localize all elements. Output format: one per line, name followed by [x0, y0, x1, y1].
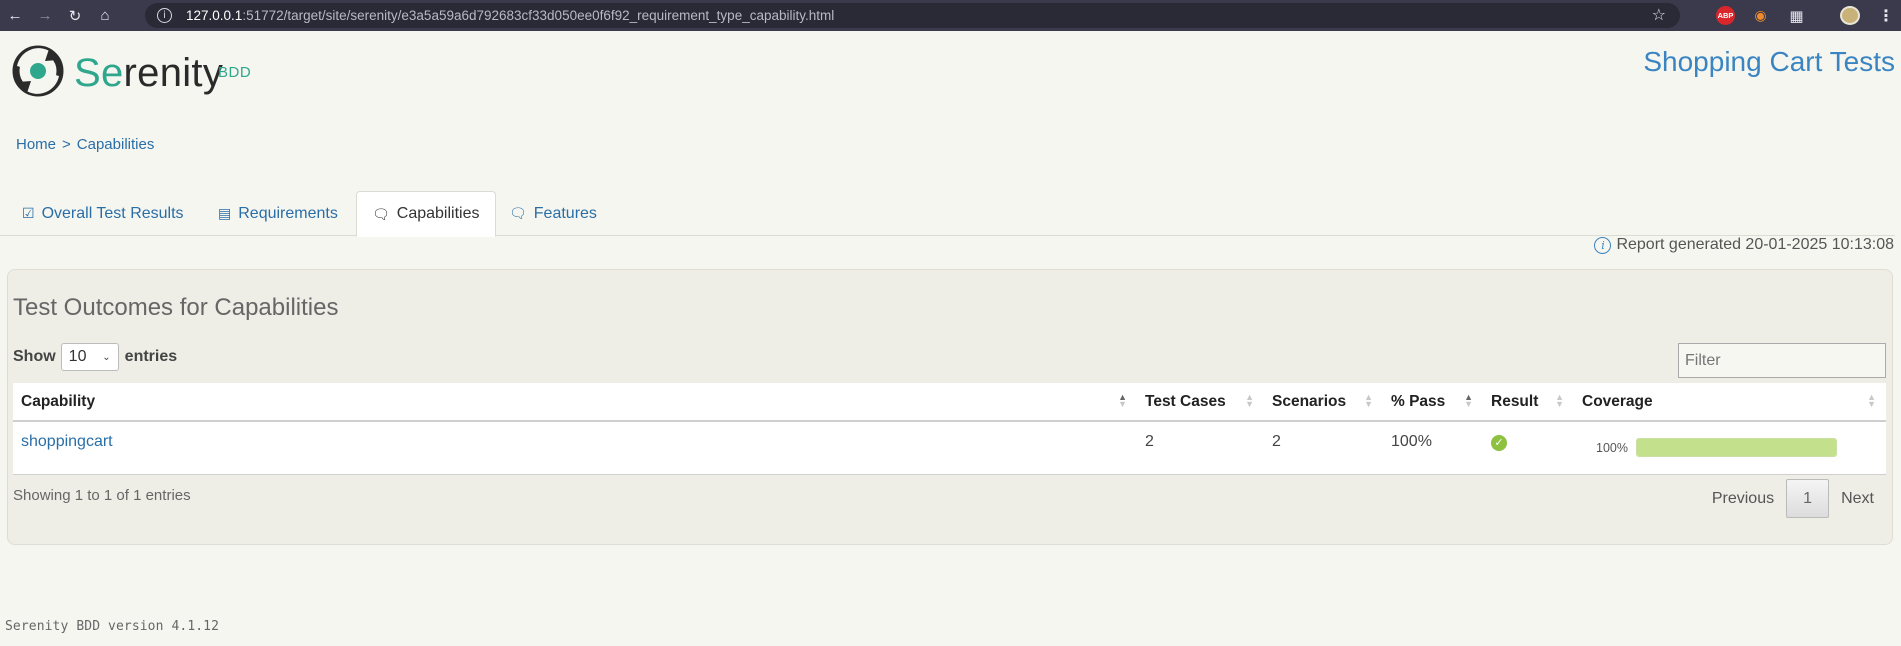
sort-icon: ▲ ▼	[1867, 392, 1876, 409]
browser-toolbar: ← → ↻ ⌂ i 127.0.0.1:51772/target/site/se…	[0, 0, 1901, 31]
list-icon: ▤	[218, 205, 232, 221]
column-header-coverage[interactable]: Coverage ▲ ▼	[1574, 383, 1886, 422]
brand-name: Serenity	[74, 51, 224, 95]
forward-icon[interactable]: →	[30, 0, 60, 31]
bookmark-star-icon[interactable]: ☆	[1652, 5, 1666, 25]
sort-icon: ▲ ▼	[1118, 392, 1127, 409]
back-icon[interactable]: ←	[0, 0, 30, 31]
test-cases-cell: 2	[1137, 421, 1264, 475]
entries-length-control: Show 10 ⌄ entries	[13, 343, 177, 371]
coverage-bar	[1636, 438, 1837, 457]
scenarios-cell: 2	[1264, 421, 1383, 475]
capability-link[interactable]: shoppingcart	[21, 433, 113, 450]
site-info-icon[interactable]: i	[157, 8, 172, 23]
capability-cell: shoppingcart	[13, 421, 1137, 475]
breadcrumb-current[interactable]: Capabilities	[77, 136, 155, 153]
capabilities-table: Capability ▲ ▼ Test Cases ▲ ▼ Scenarios ▲ ▼ % …	[13, 383, 1886, 475]
table-row: shoppingcart 2 2 100% ✓ 100%	[13, 421, 1886, 475]
report-generated: i Report generated 20-01-2025 10:13:08	[1594, 236, 1894, 254]
column-header-result[interactable]: Result ▲ ▼	[1483, 383, 1574, 422]
home-icon[interactable]: ⌂	[90, 0, 120, 31]
table-info: Showing 1 to 1 of 1 entries	[13, 487, 191, 504]
success-check-icon: ✓	[1491, 435, 1507, 451]
adblock-extension-icon[interactable]: ABP	[1716, 6, 1735, 25]
coverage-cell: 100%	[1574, 421, 1886, 475]
report-tabs: ☑ Overall Test Results ▤ Requirements 🗨 Cap…	[0, 191, 1895, 237]
sort-icon: ▲ ▼	[1245, 392, 1254, 409]
comment-icon: 🗨	[372, 205, 390, 222]
result-cell: ✓	[1483, 421, 1574, 475]
checklist-icon: ☑	[22, 205, 35, 221]
entries-select[interactable]: 10 ⌄	[60, 343, 119, 371]
coverage-bar-fill	[1637, 439, 1836, 456]
test-outcomes-panel: Test Outcomes for Capabilities Show 10 ⌄ …	[7, 269, 1893, 545]
table-header-row: Capability ▲ ▼ Test Cases ▲ ▼ Scenarios ▲ ▼ % …	[13, 383, 1886, 422]
brand-bdd: BDD	[218, 64, 252, 81]
column-header-pass[interactable]: % Pass ▲ ▼	[1383, 383, 1483, 422]
sort-icon: ▲ ▼	[1464, 392, 1473, 409]
column-header-scenarios[interactable]: Scenarios ▲ ▼	[1264, 383, 1383, 422]
breadcrumb-home-link[interactable]: Home	[16, 136, 56, 153]
browser-menu-icon[interactable]: ⋮	[1878, 6, 1894, 25]
info-icon: i	[1594, 236, 1612, 254]
tab-requirements[interactable]: ▤ Requirements	[218, 191, 338, 236]
tab-overall-test-results[interactable]: ☑ Overall Test Results	[22, 191, 184, 236]
url-host: 127.0.0.1	[186, 8, 243, 23]
reload-icon[interactable]: ↻	[60, 0, 90, 31]
comments-icon: 🗨	[509, 205, 527, 221]
fox-extension-icon[interactable]: ◉	[1751, 6, 1770, 25]
page-1-button[interactable]: 1	[1786, 479, 1830, 518]
pagination: Previous 1 Next	[1700, 479, 1886, 518]
column-header-test-cases[interactable]: Test Cases ▲ ▼	[1137, 383, 1264, 422]
chevron-down-icon: ⌄	[102, 351, 111, 363]
panel-title: Test Outcomes for Capabilities	[13, 294, 339, 321]
serenity-logo-icon	[12, 45, 64, 97]
sort-icon: ▲ ▼	[1555, 392, 1564, 409]
next-page-button[interactable]: Next	[1829, 479, 1886, 518]
filter-input[interactable]	[1678, 343, 1886, 378]
footer-version: Serenity BDD version 4.1.12	[5, 619, 220, 634]
tab-features[interactable]: 🗨 Features	[509, 191, 597, 236]
address-bar[interactable]: i 127.0.0.1:51772/target/site/serenity/e…	[145, 3, 1680, 28]
tab-capabilities[interactable]: 🗨 Capabilities	[356, 191, 496, 237]
coverage-percent: 100%	[1596, 440, 1628, 455]
extensions-puzzle-icon[interactable]: ▦	[1787, 6, 1806, 25]
pass-cell: 100%	[1383, 421, 1483, 475]
breadcrumb-separator: >	[62, 136, 71, 153]
column-header-capability[interactable]: Capability ▲ ▼	[13, 383, 1137, 422]
project-title: Shopping Cart Tests	[1643, 46, 1895, 77]
previous-page-button[interactable]: Previous	[1700, 479, 1786, 518]
url-path: :51772/target/site/serenity/e3a5a59a6d79…	[242, 8, 835, 23]
profile-avatar[interactable]	[1840, 6, 1860, 25]
breadcrumb: Home > Capabilities	[16, 136, 154, 153]
sort-icon: ▲ ▼	[1364, 392, 1373, 409]
